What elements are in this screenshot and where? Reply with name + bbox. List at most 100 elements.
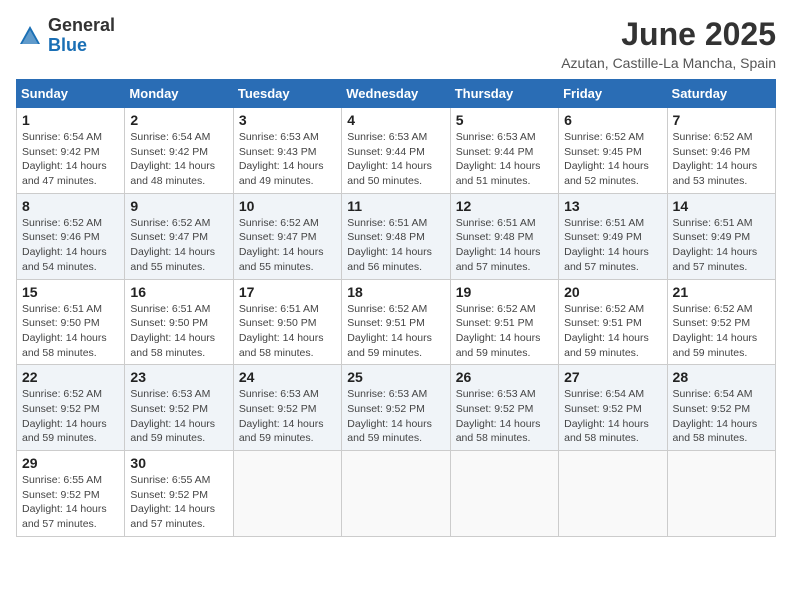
- weekday-header-sunday: Sunday: [17, 80, 125, 108]
- day-number: 5: [456, 112, 553, 128]
- day-number: 25: [347, 369, 444, 385]
- day-number: 4: [347, 112, 444, 128]
- day-number: 23: [130, 369, 227, 385]
- calendar-cell: 28 Sunrise: 6:54 AM Sunset: 9:52 PM Dayli…: [667, 365, 775, 451]
- calendar-cell: 27Sunrise: 6:54 AM Sunset: 9:52 PM Dayli…: [559, 365, 667, 451]
- day-detail: Sunrise: 6:53 AM Sunset: 9:52 PM Dayligh…: [239, 387, 336, 446]
- day-number: 9: [130, 198, 227, 214]
- logo-text: General Blue: [48, 16, 115, 56]
- day-detail: Sunrise: 6:51 AM Sunset: 9:50 PM Dayligh…: [130, 302, 227, 361]
- day-detail: Sunrise: 6:51 AM Sunset: 9:49 PM Dayligh…: [564, 216, 661, 275]
- day-number: 24: [239, 369, 336, 385]
- calendar-table: SundayMondayTuesdayWednesdayThursdayFrid…: [16, 79, 776, 537]
- day-number: 13: [564, 198, 661, 214]
- day-number: 7: [673, 112, 770, 128]
- day-detail: Sunrise: 6:51 AM Sunset: 9:50 PM Dayligh…: [22, 302, 119, 361]
- logo: General Blue: [16, 16, 115, 56]
- calendar-cell: 8Sunrise: 6:52 AM Sunset: 9:46 PM Daylig…: [17, 193, 125, 279]
- day-number: 30: [130, 455, 227, 471]
- calendar-cell: 6Sunrise: 6:52 AM Sunset: 9:45 PM Daylig…: [559, 108, 667, 194]
- calendar-cell: 15Sunrise: 6:51 AM Sunset: 9:50 PM Dayli…: [17, 279, 125, 365]
- day-detail: Sunrise: 6:54 AM Sunset: 9:52 PM Dayligh…: [673, 387, 770, 446]
- calendar-cell: [450, 451, 558, 537]
- day-detail: Sunrise: 6:51 AM Sunset: 9:50 PM Dayligh…: [239, 302, 336, 361]
- day-detail: Sunrise: 6:52 AM Sunset: 9:51 PM Dayligh…: [347, 302, 444, 361]
- calendar-cell: 18 Sunrise: 6:52 AM Sunset: 9:51 PM Dayli…: [342, 279, 450, 365]
- calendar-week-row: 15Sunrise: 6:51 AM Sunset: 9:50 PM Dayli…: [17, 279, 776, 365]
- day-number: 1: [22, 112, 119, 128]
- weekday-header-monday: Monday: [125, 80, 233, 108]
- calendar-week-row: 29 Sunrise: 6:55 AM Sunset: 9:52 PM Dayli…: [17, 451, 776, 537]
- day-detail: Sunrise: 6:51 AM Sunset: 9:48 PM Dayligh…: [347, 216, 444, 275]
- day-detail: Sunrise: 6:53 AM Sunset: 9:44 PM Dayligh…: [456, 130, 553, 189]
- calendar-cell: 13 Sunrise: 6:51 AM Sunset: 9:49 PM Dayli…: [559, 193, 667, 279]
- calendar-cell: [667, 451, 775, 537]
- day-number: 29: [22, 455, 119, 471]
- calendar-cell: 3 Sunrise: 6:53 AM Sunset: 9:43 PM Daylig…: [233, 108, 341, 194]
- title-block: June 2025 Azutan, Castille-La Mancha, Sp…: [561, 16, 776, 71]
- day-detail: Sunrise: 6:55 AM Sunset: 9:52 PM Dayligh…: [130, 473, 227, 532]
- day-detail: Sunrise: 6:52 AM Sunset: 9:51 PM Dayligh…: [456, 302, 553, 361]
- day-number: 26: [456, 369, 553, 385]
- calendar-cell: [559, 451, 667, 537]
- day-detail: Sunrise: 6:54 AM Sunset: 9:42 PM Dayligh…: [22, 130, 119, 189]
- calendar-cell: 16 Sunrise: 6:51 AM Sunset: 9:50 PM Dayli…: [125, 279, 233, 365]
- day-number: 21: [673, 284, 770, 300]
- logo-blue: Blue: [48, 35, 87, 55]
- day-number: 17: [239, 284, 336, 300]
- calendar-cell: 9Sunrise: 6:52 AM Sunset: 9:47 PM Daylig…: [125, 193, 233, 279]
- day-number: 11: [347, 198, 444, 214]
- day-number: 16: [130, 284, 227, 300]
- weekday-header-wednesday: Wednesday: [342, 80, 450, 108]
- calendar-title: June 2025: [561, 16, 776, 53]
- calendar-week-row: 1 Sunrise: 6:54 AM Sunset: 9:42 PM Daylig…: [17, 108, 776, 194]
- calendar-cell: [233, 451, 341, 537]
- calendar-cell: 19 Sunrise: 6:52 AM Sunset: 9:51 PM Dayli…: [450, 279, 558, 365]
- day-detail: Sunrise: 6:52 AM Sunset: 9:45 PM Dayligh…: [564, 130, 661, 189]
- calendar-cell: [342, 451, 450, 537]
- calendar-week-row: 22 Sunrise: 6:52 AM Sunset: 9:52 PM Dayli…: [17, 365, 776, 451]
- day-detail: Sunrise: 6:53 AM Sunset: 9:43 PM Dayligh…: [239, 130, 336, 189]
- day-number: 10: [239, 198, 336, 214]
- day-detail: Sunrise: 6:52 AM Sunset: 9:46 PM Dayligh…: [673, 130, 770, 189]
- day-number: 2: [130, 112, 227, 128]
- weekday-header-friday: Friday: [559, 80, 667, 108]
- logo-icon: [16, 22, 44, 50]
- logo-general: General: [48, 15, 115, 35]
- calendar-cell: 20Sunrise: 6:52 AM Sunset: 9:51 PM Dayli…: [559, 279, 667, 365]
- calendar-cell: 4 Sunrise: 6:53 AM Sunset: 9:44 PM Daylig…: [342, 108, 450, 194]
- calendar-subtitle: Azutan, Castille-La Mancha, Spain: [561, 55, 776, 71]
- calendar-cell: 22 Sunrise: 6:52 AM Sunset: 9:52 PM Dayli…: [17, 365, 125, 451]
- day-number: 18: [347, 284, 444, 300]
- day-number: 3: [239, 112, 336, 128]
- day-detail: Sunrise: 6:53 AM Sunset: 9:44 PM Dayligh…: [347, 130, 444, 189]
- day-number: 19: [456, 284, 553, 300]
- day-detail: Sunrise: 6:52 AM Sunset: 9:51 PM Dayligh…: [564, 302, 661, 361]
- day-detail: Sunrise: 6:52 AM Sunset: 9:47 PM Dayligh…: [239, 216, 336, 275]
- day-number: 14: [673, 198, 770, 214]
- calendar-week-row: 8Sunrise: 6:52 AM Sunset: 9:46 PM Daylig…: [17, 193, 776, 279]
- day-number: 28: [673, 369, 770, 385]
- day-detail: Sunrise: 6:51 AM Sunset: 9:48 PM Dayligh…: [456, 216, 553, 275]
- calendar-cell: 2 Sunrise: 6:54 AM Sunset: 9:42 PM Daylig…: [125, 108, 233, 194]
- calendar-cell: 7 Sunrise: 6:52 AM Sunset: 9:46 PM Daylig…: [667, 108, 775, 194]
- day-number: 8: [22, 198, 119, 214]
- day-detail: Sunrise: 6:55 AM Sunset: 9:52 PM Dayligh…: [22, 473, 119, 532]
- day-detail: Sunrise: 6:53 AM Sunset: 9:52 PM Dayligh…: [130, 387, 227, 446]
- weekday-header-thursday: Thursday: [450, 80, 558, 108]
- day-detail: Sunrise: 6:54 AM Sunset: 9:42 PM Dayligh…: [130, 130, 227, 189]
- page-header: General Blue June 2025 Azutan, Castille-…: [16, 16, 776, 71]
- calendar-cell: 23 Sunrise: 6:53 AM Sunset: 9:52 PM Dayli…: [125, 365, 233, 451]
- weekday-header-saturday: Saturday: [667, 80, 775, 108]
- calendar-cell: 1 Sunrise: 6:54 AM Sunset: 9:42 PM Daylig…: [17, 108, 125, 194]
- weekday-header-tuesday: Tuesday: [233, 80, 341, 108]
- day-detail: Sunrise: 6:52 AM Sunset: 9:52 PM Dayligh…: [22, 387, 119, 446]
- calendar-cell: 21Sunrise: 6:52 AM Sunset: 9:52 PM Dayli…: [667, 279, 775, 365]
- day-number: 22: [22, 369, 119, 385]
- calendar-cell: 26 Sunrise: 6:53 AM Sunset: 9:52 PM Dayli…: [450, 365, 558, 451]
- calendar-cell: 30 Sunrise: 6:55 AM Sunset: 9:52 PM Dayli…: [125, 451, 233, 537]
- calendar-cell: 10 Sunrise: 6:52 AM Sunset: 9:47 PM Dayli…: [233, 193, 341, 279]
- weekday-header-row: SundayMondayTuesdayWednesdayThursdayFrid…: [17, 80, 776, 108]
- day-detail: Sunrise: 6:53 AM Sunset: 9:52 PM Dayligh…: [456, 387, 553, 446]
- calendar-cell: 12Sunrise: 6:51 AM Sunset: 9:48 PM Dayli…: [450, 193, 558, 279]
